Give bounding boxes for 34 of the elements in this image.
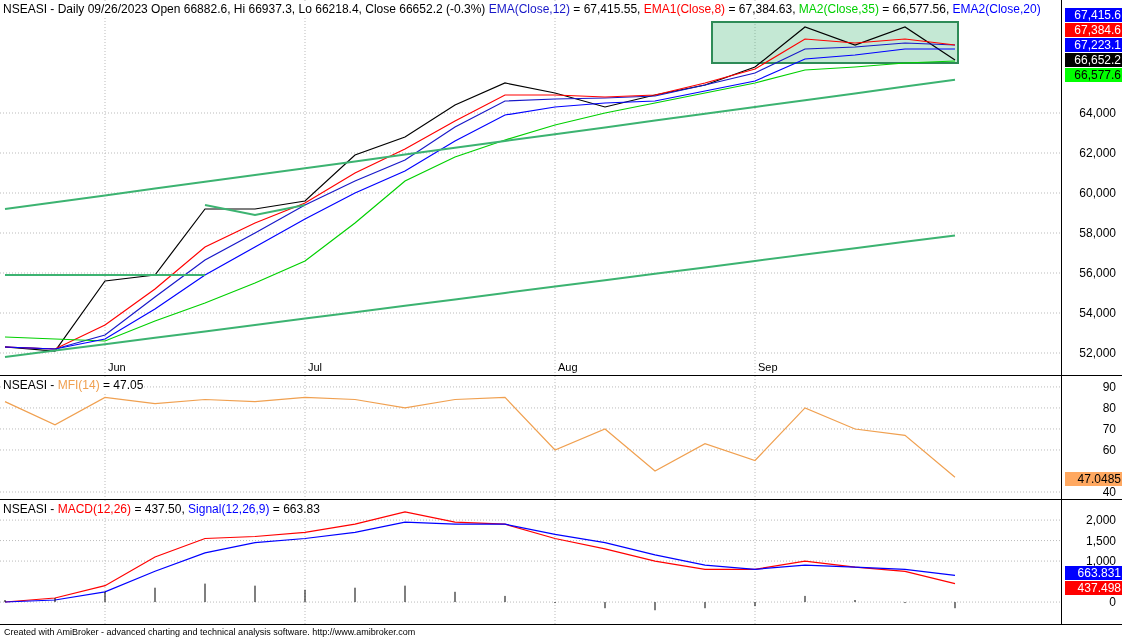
month-label: Sep — [758, 361, 778, 373]
axis-label: 52,000 — [1079, 346, 1116, 360]
value-tag: 437.498 — [1065, 581, 1122, 595]
axis-label: 80 — [1102, 400, 1116, 415]
series-label: MFI(14) — [57, 378, 100, 392]
axis-label: 62,000 — [1079, 146, 1116, 160]
axis-label: 90 — [1102, 379, 1116, 394]
legend-label: EMA2(Close,20) — [952, 2, 1041, 16]
axis-label: 70 — [1102, 421, 1116, 436]
month-label: Aug — [558, 361, 578, 373]
axis-label: 40 — [1102, 485, 1116, 499]
value-tag: 67,384.6 — [1065, 23, 1122, 37]
axis-label: 60 — [1102, 442, 1116, 457]
month-label: Jul — [308, 361, 323, 373]
value-tag: 663.831 — [1065, 566, 1122, 580]
value-tag: 67,223.1 — [1065, 38, 1122, 52]
axis-label: 1,000 — [1085, 554, 1116, 569]
month-label: Jun — [108, 361, 126, 373]
value-tag: 66,652.2 — [1065, 53, 1122, 67]
axis-label: 1,500 — [1085, 533, 1116, 548]
value-tag: 67,415.6 — [1065, 8, 1122, 22]
chart-legend: NSEASI - MFI(14) = 47.05 — [3, 378, 144, 392]
axis-label: 60,000 — [1079, 186, 1116, 200]
chart-legend: NSEASI - MACD(12,26) = 437.50, Signal(12,26,9) = 663.83 — [3, 502, 320, 516]
axis-label: 56,000 — [1079, 266, 1116, 280]
value-tag: 47.0485 — [1065, 472, 1122, 486]
value-tag: 66,577.6 — [1065, 68, 1122, 82]
footer-credit: Created with AmiBroker - advanced charting and technical analysis software. http://www.amibroker.com — [3, 626, 417, 639]
axis-label: 2,000 — [1085, 513, 1116, 528]
axis-label: 0 — [1109, 595, 1116, 610]
chart-legend: NSEASI - Daily 09/26/2023 Open 66882.6, Hi 66937.3, Lo 66218.4, Close 66652.2 (-0.3%) EMA(Close,12) = 67,415.55, EMA1(Close,8) = 67,384.63, MA2(Close,35) = 66,577.56, EMA2(Close,20) — [3, 2, 1041, 16]
axis-label: 54,000 — [1079, 306, 1116, 320]
axis-label: 58,000 — [1079, 226, 1116, 240]
axis-label: 64,000 — [1079, 106, 1116, 120]
